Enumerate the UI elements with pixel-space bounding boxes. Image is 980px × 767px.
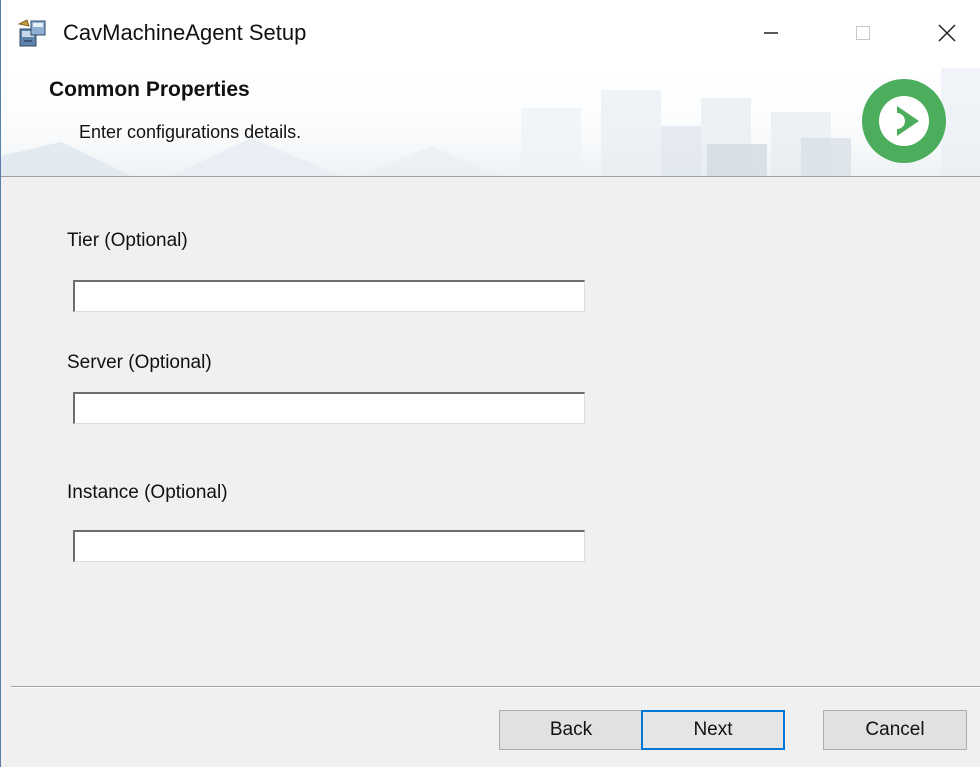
minimize-button[interactable]: [743, 10, 799, 56]
server-label: Server (Optional): [67, 352, 212, 373]
minimize-icon: [764, 32, 778, 34]
setup-window: CavMachineAgent Setup Common Properties …: [0, 0, 980, 767]
brand-logo-icon: [862, 79, 946, 163]
instance-input[interactable]: [73, 530, 585, 562]
maximize-icon: [856, 26, 870, 40]
maximize-button[interactable]: [835, 10, 891, 56]
next-button[interactable]: Next: [641, 710, 785, 750]
page-subtitle: Enter configurations details.: [79, 122, 302, 142]
header-banner: Common Properties Enter configurations d…: [1, 68, 980, 177]
close-button[interactable]: [919, 10, 975, 56]
tier-input[interactable]: [73, 280, 585, 312]
close-icon: [938, 24, 956, 42]
installer-icon: [17, 18, 47, 48]
server-input[interactable]: [73, 392, 585, 424]
cancel-button[interactable]: Cancel: [823, 710, 967, 750]
tier-label: Tier (Optional): [67, 230, 188, 251]
title-bar[interactable]: CavMachineAgent Setup: [1, 0, 980, 68]
back-button[interactable]: Back: [499, 710, 643, 750]
page-title: Common Properties: [49, 78, 250, 101]
footer-divider: [11, 686, 980, 688]
window-title: CavMachineAgent Setup: [63, 20, 307, 45]
instance-label: Instance (Optional): [67, 482, 228, 503]
